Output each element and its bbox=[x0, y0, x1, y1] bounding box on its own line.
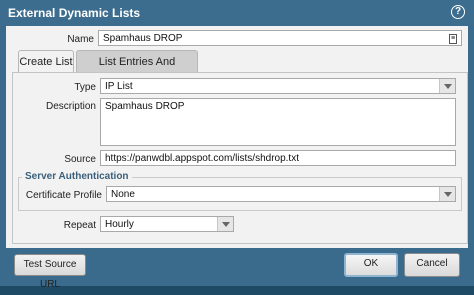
repeat-value: Hourly bbox=[105, 219, 134, 230]
tab-list-entries-and-exceptions[interactable]: List Entries And Exceptions bbox=[76, 50, 198, 90]
dialog-body: Name Spamhaus DROP ≡ Create List List En… bbox=[6, 26, 468, 248]
external-dynamic-lists-dialog: External Dynamic Lists ? Name Spamhaus D… bbox=[0, 0, 474, 290]
source-value: https://panwdbl.appspot.com/lists/shdrop… bbox=[105, 153, 299, 164]
type-select[interactable]: IP List bbox=[100, 78, 456, 94]
cancel-button[interactable]: Cancel bbox=[404, 253, 460, 277]
dialog-titlebar: External Dynamic Lists ? bbox=[0, 0, 474, 26]
type-label: Type bbox=[74, 82, 96, 93]
source-label: Source bbox=[64, 154, 96, 165]
description-textarea[interactable]: Spamhaus DROP bbox=[100, 98, 456, 146]
server-authentication-legend: Server Authentication bbox=[22, 171, 132, 182]
certificate-profile-label: Certificate Profile bbox=[25, 190, 102, 201]
certificate-profile-value: None bbox=[111, 189, 135, 200]
name-input[interactable]: Spamhaus DROP ≡ bbox=[98, 30, 462, 46]
chevron-down-icon bbox=[439, 79, 455, 93]
certificate-profile-select[interactable]: None bbox=[106, 186, 456, 202]
dialog-title: External Dynamic Lists bbox=[8, 6, 141, 20]
help-icon[interactable]: ? bbox=[451, 5, 465, 19]
edit-icon: ≡ bbox=[449, 34, 457, 44]
ok-button[interactable]: OK bbox=[344, 253, 398, 277]
tab-create-list[interactable]: Create List bbox=[18, 50, 74, 72]
chevron-down-icon bbox=[439, 187, 455, 201]
description-value: Spamhaus DROP bbox=[105, 101, 185, 112]
name-value: Spamhaus DROP bbox=[103, 33, 183, 44]
repeat-label: Repeat bbox=[63, 220, 96, 231]
type-value: IP List bbox=[105, 81, 133, 92]
source-input[interactable]: https://panwdbl.appspot.com/lists/shdrop… bbox=[100, 150, 456, 166]
test-source-url-button[interactable]: Test Source URL bbox=[14, 254, 86, 290]
name-label: Name bbox=[67, 34, 94, 45]
chevron-down-icon bbox=[217, 217, 233, 231]
description-label: Description bbox=[45, 101, 96, 112]
repeat-select[interactable]: Hourly bbox=[100, 216, 234, 232]
